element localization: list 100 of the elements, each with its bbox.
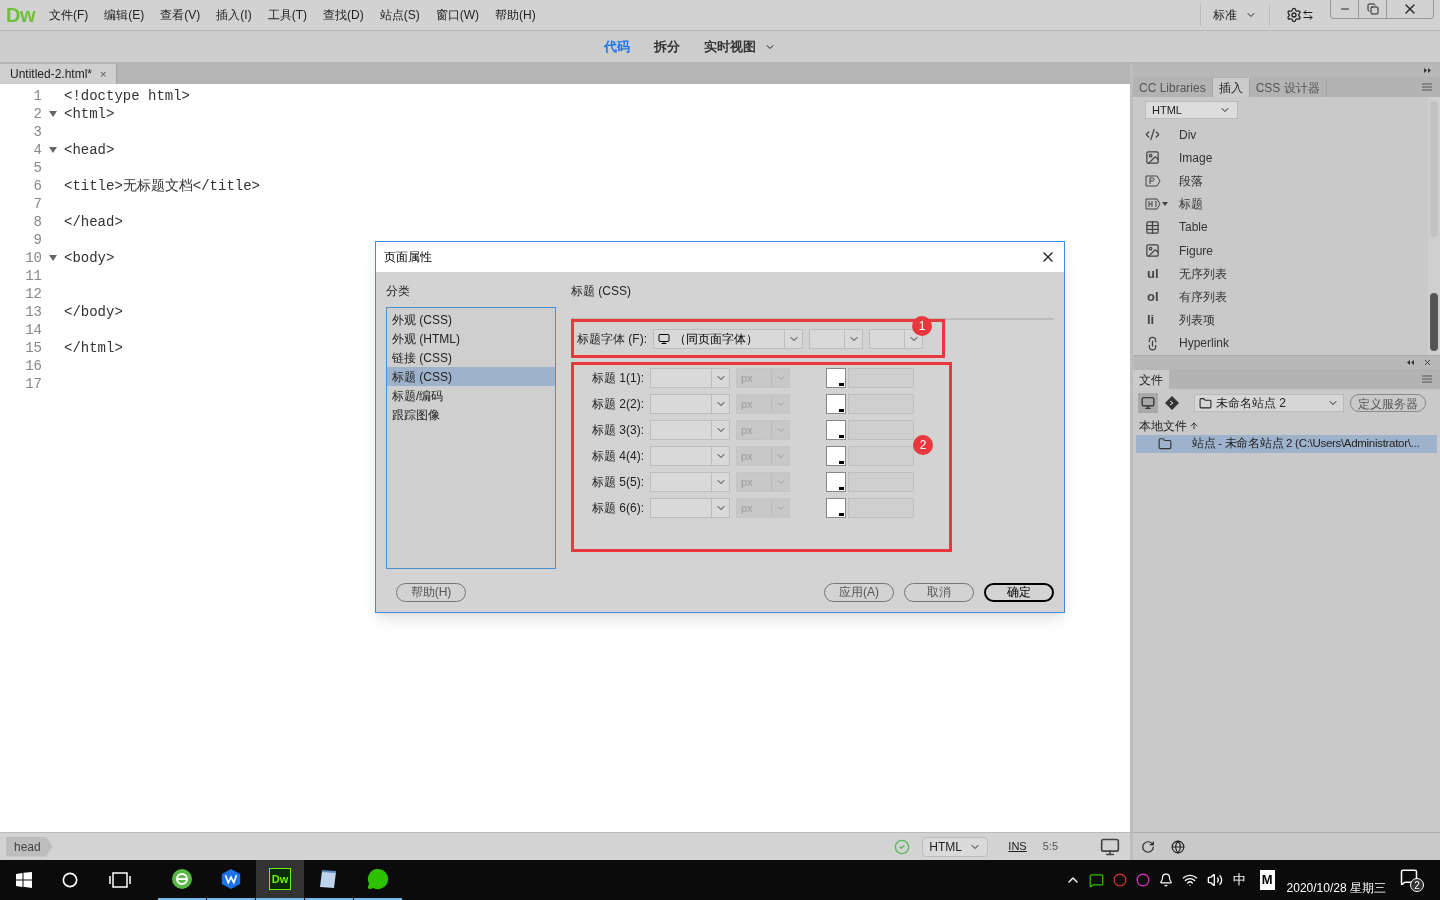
menu-item[interactable]: 插入(I) xyxy=(208,6,260,24)
menu-item[interactable]: 站点(S) xyxy=(371,6,428,24)
insert-item[interactable]: Figure xyxy=(1145,239,1428,263)
insert-item[interactable]: Hyperlink xyxy=(1145,331,1428,356)
field-label: 标题字体 (F): xyxy=(577,330,647,348)
insert-item-label: Image xyxy=(1179,149,1213,167)
collapse-icon[interactable] xyxy=(1407,360,1415,365)
insert-item[interactable]: ol 有序列表 xyxy=(1145,285,1428,309)
device-preview-icon[interactable] xyxy=(1100,836,1120,857)
style-select[interactable] xyxy=(869,328,923,349)
fold-icon[interactable] xyxy=(49,254,57,262)
menu-item[interactable]: 帮助(H) xyxy=(487,6,544,24)
bell-icon[interactable] xyxy=(1158,873,1173,887)
chat-tray-icon[interactable] xyxy=(1088,872,1104,888)
category-select[interactable]: HTML xyxy=(1145,101,1238,119)
line-number: 6 xyxy=(32,176,42,196)
font-select[interactable]: （同页面字体） xyxy=(653,328,803,349)
menu-item[interactable]: 查看(V) xyxy=(152,6,209,24)
sort-arrow-icon xyxy=(1189,421,1199,431)
insert-item[interactable]: Div xyxy=(1145,123,1428,147)
color-swatch[interactable] xyxy=(826,446,846,466)
workspace-switcher[interactable]: 标准 xyxy=(1200,4,1270,26)
line-number: 7 xyxy=(32,194,42,214)
code-text: <html> xyxy=(64,104,115,124)
category-list[interactable]: 外观 (CSS) 外观 (HTML) 链接 (CSS) 标题 (CSS) 标题/编码 跟踪图像 xyxy=(386,307,556,569)
insert-item-label: 段落 xyxy=(1179,173,1203,190)
language-select[interactable]: HTML xyxy=(922,836,989,857)
fold-icon[interactable] xyxy=(49,146,57,154)
line-number: 16 xyxy=(24,356,42,376)
globe-icon[interactable] xyxy=(1171,839,1185,854)
browser-icon xyxy=(170,867,194,891)
color-swatch[interactable] xyxy=(826,420,846,440)
line-number: 11 xyxy=(24,266,42,286)
category-item[interactable]: 链接 (CSS) xyxy=(387,348,555,367)
color-swatch[interactable] xyxy=(826,368,846,388)
folder-icon xyxy=(1158,437,1172,451)
clock-date[interactable]: 2020/10/28 星期三 xyxy=(1286,879,1386,897)
insert-item-label: 无序列表 xyxy=(1179,265,1227,283)
view-tab[interactable]: 实时视图 xyxy=(704,36,756,57)
document-title: Untitled-2.html* xyxy=(10,66,93,83)
color-field[interactable] xyxy=(848,420,914,440)
category-item[interactable]: 外观 (CSS) xyxy=(387,310,555,329)
insert-item[interactable]: 标题 xyxy=(1145,192,1428,216)
site-select[interactable]: 未命名站点 2 xyxy=(1194,394,1344,412)
column-header[interactable]: 本地文件 xyxy=(1139,417,1187,435)
refresh-icon[interactable] xyxy=(1141,839,1155,854)
check-icon xyxy=(894,838,911,855)
panel-tab[interactable]: CC Libraries xyxy=(1133,78,1213,97)
search-icon[interactable] xyxy=(62,872,78,888)
view-tab[interactable]: 拆分 xyxy=(654,36,680,57)
file-row[interactable]: 站点 - 未命名站点 2 (C:\Users\Administrator\... xyxy=(1136,435,1437,453)
color-swatch[interactable] xyxy=(826,394,846,414)
color-swatch[interactable] xyxy=(826,472,846,492)
expand-icon[interactable] xyxy=(1424,67,1432,73)
panel-tab[interactable]: 文件 xyxy=(1133,370,1169,389)
category-item[interactable]: 跟踪图像 xyxy=(387,405,555,424)
network-icon[interactable] xyxy=(1181,872,1198,888)
document-tab[interactable]: Untitled-2.html* × xyxy=(0,64,118,84)
connect-button[interactable] xyxy=(1138,393,1158,413)
panel-tab[interactable]: CSS 设计器 xyxy=(1249,78,1327,97)
category-item[interactable]: 外观 (HTML) xyxy=(387,329,555,348)
ime-mode[interactable]: M xyxy=(1259,870,1275,890)
paragraph-tag-icon xyxy=(1145,175,1161,187)
scrollbar[interactable] xyxy=(1428,97,1440,355)
insert-item[interactable]: Table xyxy=(1145,215,1428,239)
panel-tab[interactable]: 插入 xyxy=(1212,78,1250,97)
category-item[interactable]: 标题 (CSS) xyxy=(387,367,555,386)
taskbar-app[interactable]: Dw xyxy=(256,860,304,900)
diamond-icon[interactable] xyxy=(1164,395,1180,411)
line-number: 12 xyxy=(24,284,42,304)
fold-icon[interactable] xyxy=(49,110,57,118)
task-view-icon[interactable] xyxy=(109,872,131,888)
windows-start-icon[interactable] xyxy=(16,872,32,888)
tab-close[interactable]: × xyxy=(100,65,107,83)
restore-icon xyxy=(1366,3,1379,15)
tag-selector[interactable]: head xyxy=(6,836,53,857)
insert-mode[interactable]: INS xyxy=(1008,838,1027,855)
code-text: </html> xyxy=(64,338,123,358)
menu-item[interactable]: 工具(T) xyxy=(259,6,315,24)
menu-item[interactable]: 文件(F) xyxy=(41,6,97,24)
monitor-icon xyxy=(658,332,670,345)
category-item[interactable]: 标题/编码 xyxy=(387,386,555,405)
wps-icon xyxy=(220,868,242,890)
volume-icon[interactable] xyxy=(1206,872,1223,888)
menu-item[interactable]: 编辑(E) xyxy=(96,6,153,24)
field-label: 标题 1(1): xyxy=(592,370,645,387)
insert-item[interactable]: Image xyxy=(1145,146,1428,170)
insert-item[interactable]: 段落 xyxy=(1145,169,1428,193)
ime-indicator[interactable]: 中 xyxy=(1232,870,1246,890)
insert-item[interactable]: ul 无序列表 xyxy=(1145,262,1428,286)
code-text: <body> xyxy=(64,248,115,268)
menu-item[interactable]: 查找(D) xyxy=(315,6,372,24)
color-swatch[interactable] xyxy=(826,498,846,518)
dialog-button[interactable]: 确定 xyxy=(984,582,1054,602)
monitor-icon xyxy=(1141,396,1155,410)
menu-item[interactable]: 窗口(W) xyxy=(427,6,487,24)
file-label: 站点 - 未命名站点 2 (C:\Users\Administrator\... xyxy=(1192,436,1420,452)
section-title: 标题 (CSS) xyxy=(571,282,1054,320)
insert-item[interactable]: li 列表项 xyxy=(1145,308,1428,332)
color-field[interactable] xyxy=(848,446,914,466)
